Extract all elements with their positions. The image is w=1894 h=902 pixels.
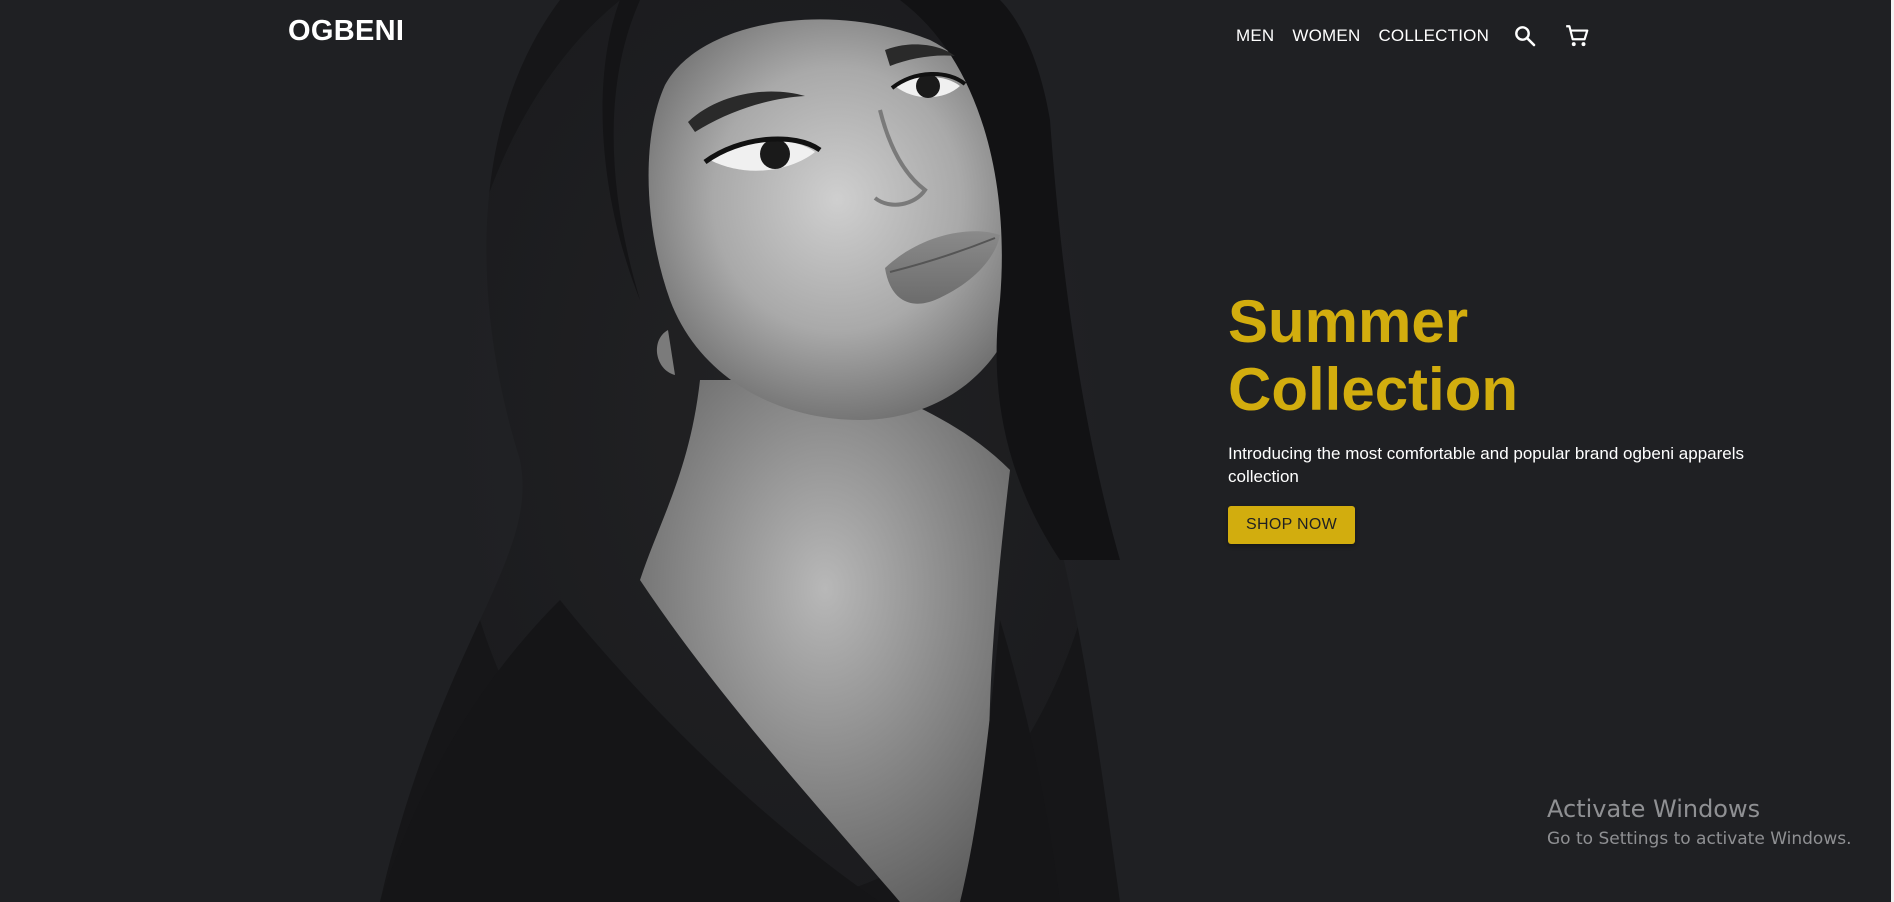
shop-now-button[interactable]: SHOP NOW (1228, 506, 1356, 544)
watermark-title: Activate Windows (1547, 795, 1761, 823)
search-icon[interactable] (1511, 22, 1539, 50)
windows-activation-watermark: Activate Windows Go to Settings to activ… (1547, 795, 1852, 849)
main-nav: MEN WOMEN COLLECTION (1236, 22, 1591, 50)
nav-item-collection[interactable]: COLLECTION (1378, 26, 1489, 46)
nav-item-men[interactable]: MEN (1236, 26, 1274, 46)
hero-content: Summer Collection Introducing the most c… (1228, 288, 1828, 544)
hero-title: Summer Collection (1228, 288, 1608, 424)
nav-item-women[interactable]: WOMEN (1292, 26, 1360, 46)
site-header: OGBENI MEN WOMEN COLLECTION (0, 0, 1894, 64)
hero-subtitle: Introducing the most comfortable and pop… (1228, 444, 1745, 486)
landing-page: OGBENI MEN WOMEN COLLECTION Summer Colle… (0, 0, 1894, 902)
hero-title-line-2: Collection (1228, 356, 1519, 423)
hero-title-line-1: Summer (1228, 288, 1469, 355)
watermark-subtitle: Go to Settings to activate Windows. (1547, 829, 1852, 849)
cart-icon[interactable] (1563, 22, 1591, 50)
brand-logo[interactable]: OGBENI (288, 15, 404, 48)
